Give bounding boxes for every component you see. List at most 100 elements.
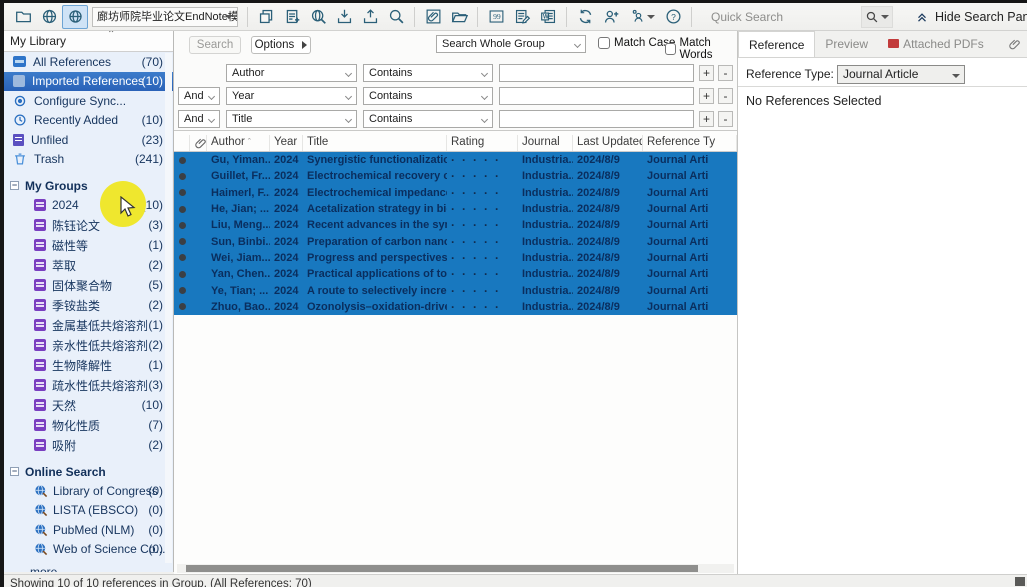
reference-row[interactable]: Guillet, Fr... 2024 Electrochemical reco… bbox=[174, 168, 737, 184]
scrollbar-thumb[interactable] bbox=[186, 565, 698, 572]
search-operator-dropdown[interactable]: Contains bbox=[363, 110, 493, 128]
my-groups-header[interactable]: − My Groups bbox=[4, 176, 173, 195]
remove-search-row-button[interactable]: - bbox=[718, 111, 733, 127]
boolean-dropdown[interactable]: And bbox=[178, 110, 220, 128]
online-search-mode-icon[interactable] bbox=[36, 5, 62, 29]
collapse-minus-icon[interactable]: − bbox=[10, 467, 19, 476]
search-field-dropdown[interactable]: Title bbox=[226, 110, 357, 128]
attach-file-icon[interactable] bbox=[420, 5, 446, 29]
online-search-header[interactable]: − Online Search bbox=[4, 462, 173, 481]
column-author[interactable]: Authorˆ bbox=[207, 135, 270, 151]
people-menu-icon[interactable] bbox=[624, 5, 660, 29]
online-search-icon[interactable] bbox=[305, 5, 331, 29]
rating-cell[interactable]: ····· bbox=[447, 218, 518, 232]
sidebar-online-source-item[interactable]: Library of Congress (0) bbox=[4, 481, 173, 501]
rating-cell[interactable]: ····· bbox=[447, 300, 518, 314]
search-value-input[interactable] bbox=[499, 110, 694, 128]
sidebar-item-trash[interactable]: Trash (241) bbox=[4, 150, 173, 170]
sidebar-group-item[interactable]: 固体聚合物 (5) bbox=[4, 275, 173, 295]
quick-search-button[interactable] bbox=[861, 6, 893, 28]
search-value-input[interactable] bbox=[499, 64, 694, 82]
sidebar-group-item[interactable]: 亲水性低共熔溶剂 (2) bbox=[4, 335, 173, 355]
hide-search-panel-button[interactable]: Hide Search Panel bbox=[915, 10, 1027, 24]
column-rating[interactable]: Rating bbox=[447, 135, 518, 151]
search-button[interactable]: Search bbox=[189, 36, 241, 54]
remove-search-row-button[interactable]: - bbox=[718, 88, 733, 104]
sidebar-online-source-item[interactable]: Web of Science Co... (0) bbox=[4, 540, 173, 560]
sidebar-online-source-item[interactable]: PubMed (NLM) (0) bbox=[4, 520, 173, 540]
column-year[interactable]: Year bbox=[270, 135, 303, 151]
rating-cell[interactable]: ····· bbox=[447, 153, 518, 167]
sidebar-group-item[interactable]: 萃取 (2) bbox=[4, 255, 173, 275]
rating-cell[interactable]: ····· bbox=[447, 235, 518, 249]
remove-search-row-button[interactable]: - bbox=[718, 65, 733, 81]
match-case-checkbox[interactable]: Match Case bbox=[598, 37, 675, 49]
copy-to-local-library-icon[interactable] bbox=[253, 5, 279, 29]
rating-cell[interactable]: ····· bbox=[447, 284, 518, 298]
sidebar-group-item[interactable]: 生物降解性 (1) bbox=[4, 355, 173, 375]
search-scope-dropdown[interactable]: Search Whole Group bbox=[436, 35, 586, 53]
rating-cell[interactable]: ····· bbox=[447, 267, 518, 281]
add-search-row-button[interactable]: + bbox=[699, 65, 714, 81]
sidebar-online-source-item[interactable]: LISTA (EBSCO) (0) bbox=[4, 501, 173, 521]
add-search-row-button[interactable]: + bbox=[699, 88, 714, 104]
sync-icon[interactable] bbox=[572, 5, 598, 29]
reference-row[interactable]: Ye, Tian; ... 2024 A route to selectivel… bbox=[174, 282, 737, 298]
sidebar-scrollbar[interactable] bbox=[165, 53, 172, 563]
sidebar-group-item[interactable]: 磁性等 (1) bbox=[4, 235, 173, 255]
rating-cell[interactable]: ····· bbox=[447, 251, 518, 265]
reference-row[interactable]: Haimerl, F... 2024 Electrochemical imped… bbox=[174, 185, 737, 201]
reference-row[interactable]: Liu, Meng... 2024 Recent advances in the… bbox=[174, 217, 737, 233]
attach-file-button[interactable] bbox=[998, 31, 1027, 57]
sidebar-group-item[interactable]: 陈钰论文 (3) bbox=[4, 215, 173, 235]
output-style-dropdown[interactable]: 廊坊师院毕业论文EndNote模板 bbox=[92, 7, 238, 27]
quick-search-input[interactable]: Quick Search bbox=[711, 10, 861, 24]
sidebar-group-item[interactable]: 2024 (10) bbox=[4, 195, 173, 215]
collapse-caret-icon[interactable]: ⌃ bbox=[107, 31, 115, 40]
new-reference-icon[interactable] bbox=[279, 5, 305, 29]
sidebar-group-item[interactable]: 疏水性低共熔溶剂 (3) bbox=[4, 375, 173, 395]
column-title[interactable]: Title bbox=[303, 135, 447, 151]
collapse-minus-icon[interactable]: − bbox=[10, 181, 19, 190]
match-words-checkbox[interactable]: Match Words bbox=[665, 37, 737, 61]
share-library-icon[interactable] bbox=[598, 5, 624, 29]
tab-reference[interactable]: Reference bbox=[738, 31, 815, 57]
column-read-status[interactable] bbox=[174, 135, 190, 151]
help-icon[interactable]: ? bbox=[660, 5, 686, 29]
rating-cell[interactable]: ····· bbox=[447, 169, 518, 183]
add-search-row-button[interactable]: + bbox=[699, 111, 714, 127]
sidebar-group-item[interactable]: 天然 (10) bbox=[4, 395, 173, 415]
reference-type-dropdown[interactable]: Journal Article bbox=[837, 65, 965, 84]
reference-row[interactable]: Zhuo, Bao... 2024 Ozonolysis–oxidation-d… bbox=[174, 299, 737, 315]
horizontal-scrollbar[interactable] bbox=[177, 564, 734, 573]
local-library-mode-icon[interactable] bbox=[10, 5, 36, 29]
export-icon[interactable] bbox=[357, 5, 383, 29]
sidebar-group-item[interactable]: 季铵盐类 (2) bbox=[4, 295, 173, 315]
column-last-updated[interactable]: Last Updated bbox=[573, 135, 643, 151]
import-icon[interactable] bbox=[331, 5, 357, 29]
find-full-text-icon[interactable] bbox=[383, 5, 409, 29]
sidebar-group-item[interactable]: 吸附 (2) bbox=[4, 435, 173, 455]
go-to-word-icon[interactable]: W bbox=[535, 5, 561, 29]
reference-row[interactable]: Wei, Jiam... 2024 Progress and perspecti… bbox=[174, 250, 737, 266]
reference-row[interactable]: He, Jian; ... 2024 Acetalization strateg… bbox=[174, 201, 737, 217]
column-journal[interactable]: Journal bbox=[518, 135, 573, 151]
tab-preview[interactable]: Preview bbox=[815, 31, 878, 57]
open-file-icon[interactable] bbox=[446, 5, 472, 29]
search-field-dropdown[interactable]: Author bbox=[226, 64, 357, 82]
sidebar-group-item[interactable]: 物化性质 (7) bbox=[4, 415, 173, 435]
rating-cell[interactable]: ····· bbox=[447, 202, 518, 216]
column-reference-type[interactable]: Reference Ty bbox=[643, 135, 737, 151]
boolean-dropdown[interactable]: And bbox=[178, 87, 220, 105]
search-operator-dropdown[interactable]: Contains bbox=[363, 64, 493, 82]
sidebar-item-unfiled[interactable]: Unfiled (23) bbox=[4, 130, 173, 150]
tab-attached-pdfs[interactable]: Attached PDFs bbox=[878, 31, 994, 57]
my-library-header[interactable]: My Library ⌃ bbox=[4, 31, 173, 52]
format-bibliography-icon[interactable] bbox=[509, 5, 535, 29]
insert-citation-icon[interactable]: 99 bbox=[483, 5, 509, 29]
reference-row[interactable]: Yan, Chen... 2024 Practical applications… bbox=[174, 266, 737, 282]
search-value-input[interactable] bbox=[499, 87, 694, 105]
reference-row[interactable]: Sun, Binbi... 2024 Preparation of carbon… bbox=[174, 233, 737, 249]
resize-grip[interactable] bbox=[1015, 577, 1025, 586]
search-operator-dropdown[interactable]: Contains bbox=[363, 87, 493, 105]
